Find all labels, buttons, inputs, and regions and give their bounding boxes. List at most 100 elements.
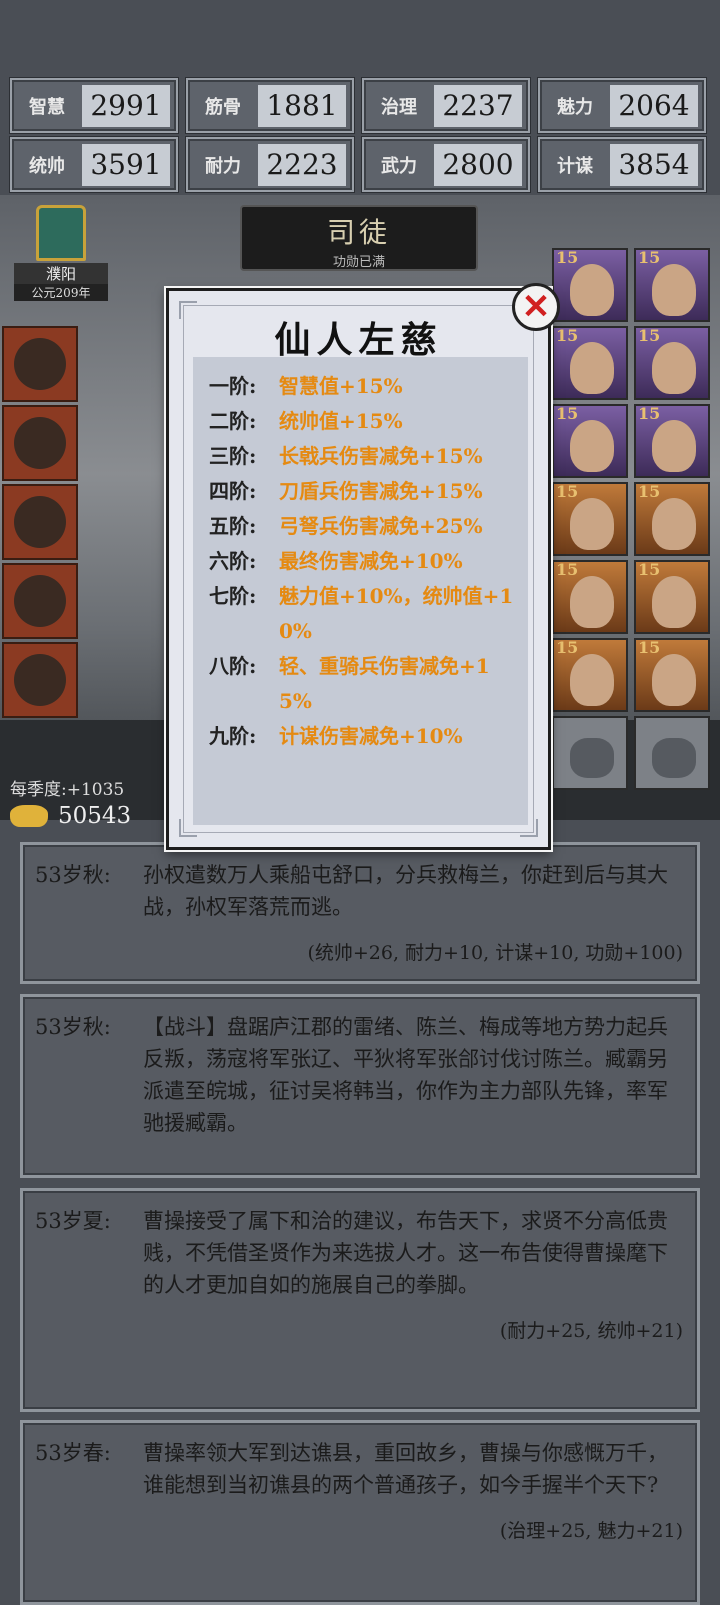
stat-value: 2800 [434,143,522,186]
money-bag-icon [570,738,614,778]
tier-level: 三阶: [209,444,257,468]
stat-label: 筋骨 [205,96,241,118]
log-text: 曹操接受了属下和洽的建议，布告天下，求贤不分高低贵贱，不凭借圣贤作为来选拔人才。… [143,1209,668,1297]
log-entry: 53岁夏: 曹操接受了属下和洽的建议，布告天下，求贤不分高低贵贱，不凭借圣贤作为… [20,1188,700,1412]
general-face-icon [652,576,696,628]
tier-row: 四阶: 刀盾兵伤害减免+15% [209,474,518,509]
general-portrait[interactable]: 15 [634,326,710,400]
stat-value: 2237 [434,84,522,127]
general-roster: 15 15 15 15 15 15 15 15 15 15 15 15 [552,248,712,790]
general-portrait[interactable]: 15 [552,482,628,556]
city-name: 濮阳 [14,263,108,284]
stat-label: 统帅 [29,155,65,177]
stat-label: 魅力 [557,96,593,118]
tier-level: 七阶: [209,584,257,608]
armor-icon [14,654,66,706]
tier-row: 一阶: 智慧值+15% [209,369,518,404]
equipment-slot-book[interactable] [2,484,78,560]
tier-row: 六阶: 最终伤害减免+10% [209,544,518,579]
stat-grid: 智慧 2991 筋骨 1881 治理 2237 魅力 2064 统帅 3591 耐力 222… [10,78,710,192]
general-portrait[interactable]: 15 [552,638,628,712]
city-badge[interactable]: 濮阳 公元209年 [14,205,108,305]
tier-level: 六阶: [209,549,257,573]
general-face-icon [570,576,614,628]
general-face-icon [570,498,614,550]
general-portrait[interactable]: 15 [552,248,628,322]
close-button[interactable]: ✕ [512,283,560,331]
horse-icon [14,417,66,469]
city-year: 公元209年 [14,284,108,301]
empty-slot[interactable] [634,716,710,790]
log-reward: (治理+25, 魅力+21) [499,1520,683,1542]
tier-effect: 刀盾兵伤害减免+15% [279,479,483,503]
portrait-level: 15 [638,326,661,345]
log-text: 孙权遣数万人乘船屯舒口，分兵救梅兰，你赶到后与其大战，孙权军落荒而逃。 [143,863,668,919]
general-face-icon [570,654,614,706]
city-emblem-icon [36,205,86,261]
portrait-level: 15 [556,326,579,345]
portrait-level: 15 [638,404,661,423]
stat-value: 2223 [258,143,346,186]
tier-level: 九阶: [209,724,257,748]
money-bag-icon [652,738,696,778]
equipment-slot-mount[interactable] [2,405,78,481]
general-portrait[interactable]: 15 [634,482,710,556]
tier-effect: 最终伤害减免+10% [279,549,463,573]
gold-counter: 50543 [10,800,160,832]
stat-value: 3591 [82,143,170,186]
tier-row: 九阶: 计谋伤害减免+10% [209,719,518,754]
general-portrait[interactable]: 15 [552,404,628,478]
general-face-icon [652,342,696,394]
portrait-level: 15 [556,404,579,423]
gold-ingot-icon [10,805,48,827]
tier-row: 二阶: 统帅值+15% [209,404,518,439]
empty-slot[interactable] [552,716,628,790]
equipment-slot-weapon[interactable] [2,326,78,402]
portrait-level: 15 [556,248,579,267]
stat-label: 耐力 [205,155,241,177]
office-subtitle: 功勋已满 [332,255,385,270]
general-portrait[interactable]: 15 [552,560,628,634]
gold-amount: 50543 [58,803,132,829]
general-face-icon [570,420,614,472]
fan-icon [14,575,66,627]
tier-effect: 智慧值+15% [279,374,403,398]
tier-row: 三阶: 长戟兵伤害减免+15% [209,439,518,474]
log-text: 【战斗】盘踞庐江郡的雷绪、陈兰、梅成等地方势力起兵反叛，荡寇将军张辽、平狄将军张… [143,1015,668,1135]
office-title-plaque[interactable]: 司徒 功勋已满 [240,205,478,271]
stat-value: 1881 [258,84,346,127]
equipment-slot-fan[interactable] [2,563,78,639]
close-x-icon: ✕ [521,287,551,327]
tier-row: 七阶: 魅力值+10%，统帅值+10% [209,579,518,649]
portrait-level: 15 [556,482,579,501]
log-age: 53岁春: [35,1441,111,1465]
equipment-slot-armor[interactable] [2,642,78,718]
stat-physique: 筋骨 1881 [186,78,354,133]
tier-level: 一阶: [209,374,257,398]
general-portrait[interactable]: 15 [634,638,710,712]
office-title: 司徒 [326,216,391,249]
stat-command: 统帅 3591 [10,137,178,192]
tier-effect: 计谋伤害减免+10% [279,724,463,748]
seasonal-income: 每季度:+1035 [10,780,125,800]
log-entry: 53岁春: 曹操率领大军到达谯县，重回故乡，曹操与你感慨万千，谁能想到当初谯县的… [20,1420,700,1605]
log-age: 53岁秋: [35,863,111,887]
general-portrait[interactable]: 15 [634,560,710,634]
stat-strategy: 计谋 3854 [538,137,706,192]
tier-effect: 轻、重骑兵伤害减免+15% [279,654,490,713]
stat-label: 计谋 [557,155,593,177]
stat-wisdom: 智慧 2991 [10,78,178,133]
general-portrait[interactable]: 15 [634,404,710,478]
log-age: 53岁夏: [35,1209,111,1233]
general-face-icon [570,264,614,316]
tier-level: 四阶: [209,479,257,503]
general-face-icon [652,264,696,316]
portrait-level: 15 [638,482,661,501]
stat-endurance: 耐力 2223 [186,137,354,192]
general-face-icon [652,420,696,472]
general-face-icon [652,654,696,706]
general-portrait[interactable]: 15 [552,326,628,400]
tier-row: 八阶: 轻、重骑兵伤害减免+15% [209,649,518,719]
log-reward: (统帅+26, 耐力+10, 计谋+10, 功勋+100) [307,942,683,964]
general-portrait[interactable]: 15 [634,248,710,322]
